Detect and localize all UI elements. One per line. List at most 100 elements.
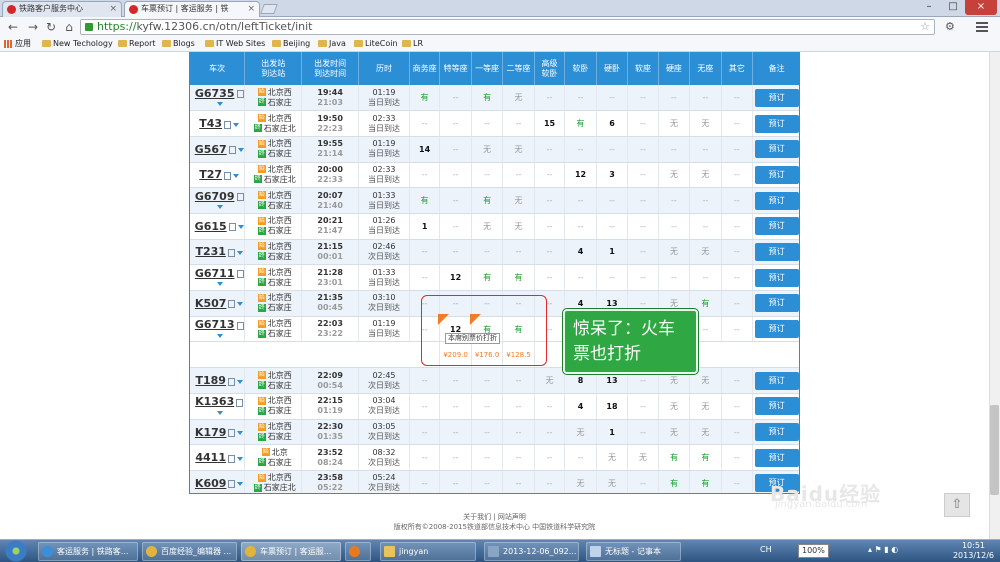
chevron-down-icon[interactable] [237, 148, 244, 153]
book-button[interactable]: 预订 [754, 371, 799, 390]
train-number-link[interactable]: K609 [195, 477, 227, 490]
taskbar-chrome-editor[interactable]: 百度经验_编辑器 ... [142, 542, 237, 561]
train-number-link[interactable]: K179 [195, 426, 227, 439]
train-number-link[interactable]: T43 [199, 117, 222, 130]
book-button[interactable]: 预订 [754, 397, 799, 416]
book-button[interactable]: 预订 [754, 242, 799, 261]
tab-ticket-booking[interactable]: 车票预订 | 客运服务 | 铁 × [124, 1, 260, 17]
scrollbar-thumb[interactable] [990, 405, 999, 495]
close-tab-icon[interactable]: × [247, 2, 255, 16]
reload-icon[interactable]: ↻ [44, 20, 58, 34]
bookmark-lr[interactable]: LR [402, 37, 423, 51]
book-button[interactable]: 预订 [754, 320, 799, 339]
book-button[interactable]: 预订 [754, 165, 799, 184]
bookmark-blogs[interactable]: Blogs [162, 37, 195, 51]
train-number-link[interactable]: G567 [195, 143, 227, 156]
taskbar-notepad[interactable]: 无标题 - 记事本 [586, 542, 681, 561]
schedule-icon[interactable] [227, 248, 235, 257]
close-tab-icon[interactable]: × [109, 2, 117, 16]
chevron-down-icon[interactable] [217, 205, 224, 210]
chevron-down-icon[interactable] [217, 333, 224, 338]
chevron-down-icon[interactable] [237, 482, 244, 487]
schedule-icon[interactable] [228, 429, 236, 438]
schedule-icon[interactable] [228, 480, 236, 489]
chevron-down-icon[interactable] [237, 431, 244, 436]
train-number-link[interactable]: 4411 [195, 451, 226, 464]
bookmark-report[interactable]: Report [118, 37, 156, 51]
book-button[interactable]: 预订 [754, 217, 799, 236]
taskbar-explorer[interactable]: jingyan [380, 542, 476, 561]
taskbar-firefox[interactable] [345, 542, 371, 561]
chevron-down-icon[interactable] [236, 250, 243, 255]
train-number-link[interactable]: T189 [195, 374, 225, 387]
chevron-down-icon[interactable] [236, 379, 243, 384]
bookmark-star-icon[interactable]: ☆ [920, 20, 930, 34]
forward-arrow-icon[interactable]: → [26, 20, 40, 34]
schedule-icon[interactable] [236, 193, 244, 202]
train-number-link[interactable]: K507 [195, 297, 227, 310]
train-number-link[interactable]: T27 [199, 168, 222, 181]
chrome-menu-icon[interactable] [975, 20, 989, 34]
schedule-icon[interactable] [227, 377, 235, 386]
maximize-button[interactable]: □ [941, 0, 965, 15]
schedule-icon[interactable] [224, 171, 232, 180]
chevron-down-icon[interactable] [217, 410, 224, 415]
schedule-icon[interactable] [228, 300, 236, 309]
train-number-link[interactable]: G6735 [195, 87, 235, 100]
chevron-down-icon[interactable] [233, 122, 240, 127]
bookmark-it-web-sites[interactable]: IT Web Sites [205, 37, 265, 51]
chevron-down-icon[interactable] [217, 282, 224, 287]
address-bar[interactable]: https://kyfw.12306.cn/otn/leftTicket/ini… [80, 19, 935, 35]
book-button[interactable]: 预订 [754, 423, 799, 442]
column-header[interactable]: 出发时间 到达时间 [301, 52, 360, 85]
train-number-link[interactable]: G615 [195, 220, 227, 233]
book-button[interactable]: 预订 [754, 448, 799, 467]
book-button[interactable]: 预订 [754, 191, 799, 210]
schedule-icon[interactable] [227, 454, 235, 463]
tab-railway-service[interactable]: 铁路客户服务中心 × [2, 1, 122, 17]
input-language[interactable]: CH [760, 545, 772, 554]
train-number-link[interactable]: G6709 [195, 190, 235, 203]
train-number-link[interactable]: G6713 [195, 318, 235, 331]
zoom-level[interactable]: 100% [798, 544, 829, 558]
back-arrow-icon[interactable]: ← [6, 20, 20, 34]
bookmark-litecoin[interactable]: LiteCoin [354, 37, 398, 51]
book-button[interactable]: 预订 [754, 114, 799, 133]
home-icon[interactable]: ⌂ [62, 20, 76, 34]
schedule-icon[interactable] [236, 321, 244, 330]
schedule-icon[interactable] [228, 146, 236, 155]
new-tab-button[interactable] [260, 4, 278, 14]
chevron-down-icon[interactable] [233, 173, 240, 178]
book-button[interactable]: 预订 [754, 294, 799, 313]
schedule-icon[interactable] [224, 120, 232, 129]
minimize-button[interactable]: – [917, 0, 941, 15]
tray-icons[interactable]: ▴ ⚑ ▮ ◐ [868, 545, 898, 554]
bookmark-java[interactable]: Java [318, 37, 346, 51]
taskbar-image[interactable]: 2013-12-06_092... [484, 542, 579, 561]
chevron-down-icon[interactable] [237, 302, 244, 307]
close-window-button[interactable]: × [965, 0, 997, 15]
back-to-top-icon[interactable]: ⇧ [944, 493, 970, 517]
chevron-down-icon[interactable] [217, 102, 224, 107]
footer-links[interactable]: 关于我们 | 网站声明 [0, 512, 989, 522]
taskbar-ie[interactable]: 客运服务 | 铁路客... [38, 542, 138, 561]
system-clock[interactable]: 10:51 2013/12/6 [953, 541, 994, 561]
schedule-icon[interactable] [236, 90, 244, 99]
chevron-down-icon[interactable] [236, 456, 243, 461]
book-button[interactable]: 预订 [754, 268, 799, 287]
schedule-icon[interactable] [236, 398, 244, 407]
schedule-icon[interactable] [228, 223, 236, 232]
taskbar-chrome-booking[interactable]: 车票预订 | 客运服... [241, 542, 341, 561]
extension-icon[interactable]: ⚙ [945, 20, 955, 33]
book-button[interactable]: 预订 [754, 140, 799, 159]
train-number-link[interactable]: G6711 [195, 267, 235, 280]
train-number-link[interactable]: K1363 [195, 395, 234, 408]
bookmark-beijing[interactable]: Beijing [272, 37, 310, 51]
bookmark-new-techology[interactable]: New Techology [42, 37, 113, 51]
schedule-icon[interactable] [236, 270, 244, 279]
chevron-down-icon[interactable] [237, 225, 244, 230]
train-number-link[interactable]: T231 [195, 245, 225, 258]
windows-start-icon[interactable] [4, 540, 28, 562]
bookmark-apps[interactable]: 应用 [4, 37, 31, 51]
book-button[interactable]: 预订 [754, 88, 799, 107]
